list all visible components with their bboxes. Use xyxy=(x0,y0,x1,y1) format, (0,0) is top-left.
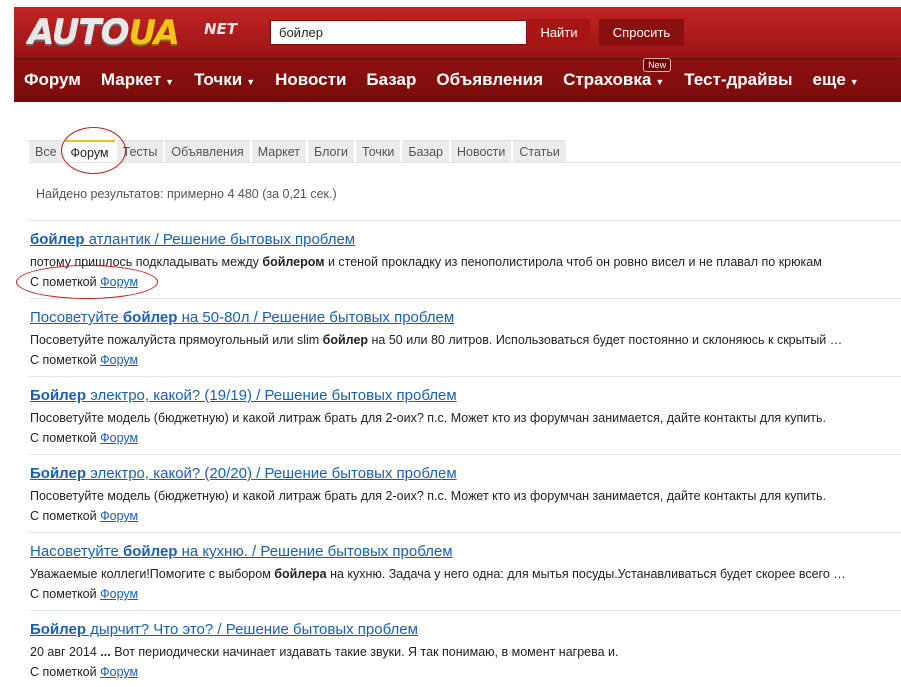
divider xyxy=(29,298,901,299)
result-title-keyword: бойлер xyxy=(122,309,178,326)
result-title-prefix: Насоветуйте xyxy=(30,543,123,560)
nav-item-label: Страховка xyxy=(563,70,652,89)
ask-button[interactable]: Спросить xyxy=(599,19,684,46)
result-title-prefix: Посоветуйте xyxy=(30,309,123,326)
tag-prefix: С пометкой xyxy=(30,353,97,367)
divider xyxy=(29,220,901,221)
site-logo[interactable]: AUTOUA NET xyxy=(28,13,237,53)
result-snippet: Посоветуйте пожалуйста прямоугольный или… xyxy=(30,333,843,347)
result-title-keyword: Бойлер xyxy=(30,387,87,404)
result-tagline: С пометкой Форум xyxy=(30,429,900,447)
nav-item-label: Новости xyxy=(275,70,347,89)
tag-prefix: С пометкой xyxy=(30,665,97,679)
result-title-keyword: Бойлер xyxy=(30,621,87,638)
result-title-link[interactable]: Бойлер электро, какой? (20/20) / Решение… xyxy=(30,464,900,484)
result-title-rest: атлантик / Решение бытовых проблем xyxy=(84,231,356,248)
divider xyxy=(29,610,901,611)
tag-link[interactable]: Форум xyxy=(100,509,138,523)
nav-item-label: Маркет xyxy=(100,70,162,89)
result-title-rest: электро, какой? (19/19) / Решение бытовы… xyxy=(86,387,457,404)
result-snippet: Посоветуйте модель (бюджетную) и какой л… xyxy=(30,489,826,503)
result-snippet: потому пришлось подкладывать между бойле… xyxy=(30,255,822,269)
tab-item[interactable]: Базар xyxy=(402,140,449,162)
result-title-link[interactable]: Бойлер электро, какой? (19/19) / Решение… xyxy=(30,386,900,406)
result-tagline: С пометкой Форум xyxy=(30,585,900,603)
nav-item[interactable]: Базар xyxy=(366,70,416,90)
divider xyxy=(29,376,901,377)
tab-item[interactable]: Все xyxy=(29,140,63,162)
result-title-link[interactable]: Бойлер дырчит? Что это? / Решение бытовы… xyxy=(30,620,900,640)
tag-link[interactable]: Форум xyxy=(100,353,138,367)
tag-prefix: С пометкой xyxy=(30,431,97,445)
result-snippet: 20 авг 2014 ... Вот периодически начинае… xyxy=(30,645,619,659)
tab-item[interactable]: Точки xyxy=(356,140,401,162)
nav-item-label: Объявления xyxy=(436,70,544,89)
nav-item-label: Тест-драйвы xyxy=(684,70,793,89)
tab-item[interactable]: Статьи xyxy=(513,140,566,162)
result-title-keyword: Бойлер xyxy=(30,465,87,482)
divider xyxy=(29,532,901,533)
nav-item[interactable]: еще ▼ xyxy=(813,70,859,90)
header-topbar: AUTOUA NET Найти Спросить xyxy=(14,7,901,59)
tab-item[interactable]: Новости xyxy=(451,140,512,162)
tab-item[interactable]: Блоги xyxy=(308,140,355,162)
result-snippet: Уважаемые коллеги!Помогите с выбором бой… xyxy=(30,567,846,581)
result-tagline: С пометкой Форум xyxy=(30,351,900,369)
site-header: AUTOUA NET Найти Спросить ФорумМаркет▼То… xyxy=(14,7,901,102)
nav-item[interactable]: Форум xyxy=(24,70,81,90)
result-tagline: С пометкой Форум xyxy=(30,507,900,525)
tabs-divider xyxy=(29,162,901,163)
new-badge: New xyxy=(643,58,672,72)
nav-item-label: еще xyxy=(812,70,846,89)
tag-link[interactable]: Форум xyxy=(100,431,138,445)
result-title-link[interactable]: бойлер атлантик / Решение бытовых пробле… xyxy=(30,230,900,250)
result-title-keyword: бойлер xyxy=(30,231,85,248)
chevron-down-icon: ▼ xyxy=(655,76,665,87)
result-snippet: Посоветуйте модель (бюджетную) и какой л… xyxy=(30,411,826,425)
search-result: бойлер атлантик / Решение бытовых пробле… xyxy=(30,230,900,291)
tab-item[interactable]: Форум xyxy=(64,140,115,162)
nav-item[interactable]: Точки ▼ xyxy=(194,70,255,90)
tag-link[interactable]: Форум xyxy=(100,665,138,679)
tag-prefix: С пометкой xyxy=(30,587,97,601)
nav-item[interactable]: Тест-драйвы xyxy=(684,70,792,90)
results-count: Найдено результатов: примерно 4 480 (за … xyxy=(36,187,337,201)
chevron-down-icon: ▼ xyxy=(849,76,859,87)
find-button[interactable]: Найти xyxy=(528,19,590,46)
nav-item[interactable]: Новости xyxy=(275,70,346,90)
result-title-rest: на 50-80л / Решение бытовых проблем xyxy=(177,309,455,326)
search-result: Бойлер электро, какой? (20/20) / Решение… xyxy=(30,464,900,525)
tab-item[interactable]: Объявления xyxy=(165,140,250,162)
result-title-keyword: бойлер xyxy=(122,543,178,560)
tag-link[interactable]: Форум xyxy=(100,275,138,289)
nav-item[interactable]: Маркет ▼ xyxy=(101,70,174,90)
result-title-link[interactable]: Посоветуйте бойлер на 50-80л / Решение б… xyxy=(30,308,900,328)
search-result: Бойлер электро, какой? (19/19) / Решение… xyxy=(30,386,900,447)
nav-item-label: Базар xyxy=(366,70,417,89)
tag-prefix: С пометкой xyxy=(30,275,97,289)
main-nav: Форум Маркет ▼ Точки ▼ Новости Базар Объявления… xyxy=(14,58,901,96)
result-tagline: С пометкой Форум xyxy=(30,273,900,291)
chevron-down-icon: ▼ xyxy=(165,76,175,87)
search-result: Насоветуйте бойлер на кухню. / Решение б… xyxy=(30,542,900,603)
divider xyxy=(29,454,901,455)
tag-prefix: С пометкой xyxy=(30,509,97,523)
search-result: Посоветуйте бойлер на 50-80л / Решение б… xyxy=(30,308,900,369)
tab-item[interactable]: Тесты xyxy=(116,140,164,162)
nav-item-label: Форум xyxy=(24,70,81,89)
nav-item[interactable]: Страховка ▼ New xyxy=(563,58,672,90)
search-input[interactable] xyxy=(270,20,527,45)
nav-item-label: Точки xyxy=(194,70,243,89)
result-title-rest: электро, какой? (20/20) / Решение бытовы… xyxy=(86,465,457,482)
tab-item[interactable]: Маркет xyxy=(251,140,307,162)
chevron-down-icon: ▼ xyxy=(246,76,256,87)
nav-item[interactable]: Объявления xyxy=(436,70,543,90)
result-title-rest: на кухню. / Решение бытовых проблем xyxy=(177,543,453,560)
search-tabs: Все Форум Тесты Объявления Маркет Блоги Точки Б… xyxy=(29,140,568,162)
result-title-rest: дырчит? Что это? / Решение бытовых пробл… xyxy=(86,621,418,638)
search-result: Бойлер дырчит? Что это? / Решение бытовы… xyxy=(30,620,900,681)
result-tagline: С пометкой Форум xyxy=(30,663,900,681)
result-title-link[interactable]: Насоветуйте бойлер на кухню. / Решение б… xyxy=(30,542,900,562)
tag-link[interactable]: Форум xyxy=(100,587,138,601)
